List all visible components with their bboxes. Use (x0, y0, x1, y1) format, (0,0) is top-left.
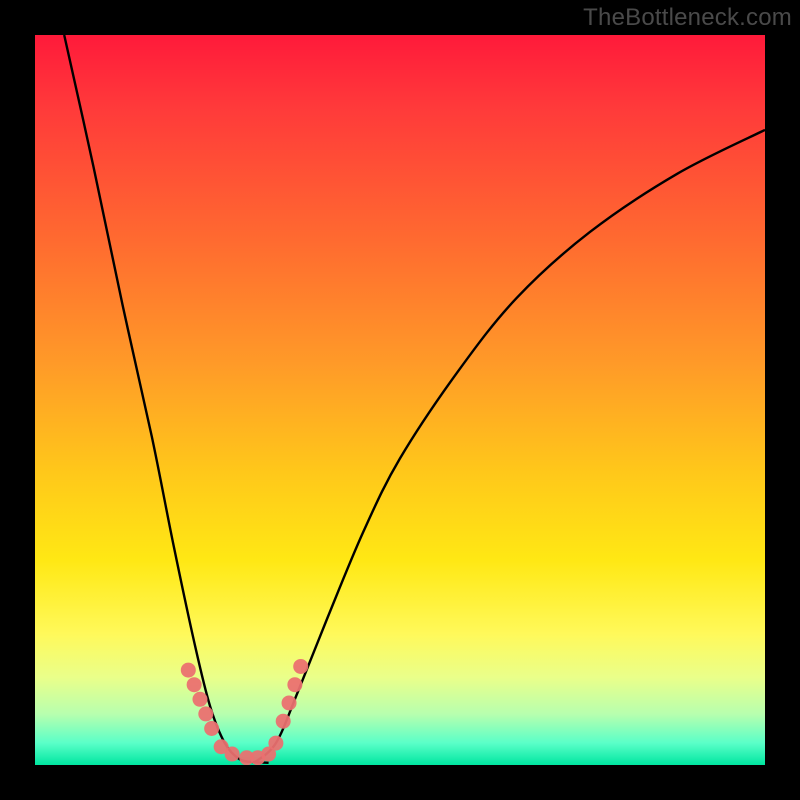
data-marker (198, 706, 213, 721)
curve-right-arm (254, 130, 765, 763)
data-marker (293, 659, 308, 674)
data-marker (192, 692, 207, 707)
data-marker (268, 736, 283, 751)
data-marker (276, 714, 291, 729)
data-marker (225, 747, 240, 762)
chart-svg (35, 35, 765, 765)
data-marker (287, 677, 302, 692)
plot-area (35, 35, 765, 765)
watermark-text: TheBottleneck.com (583, 4, 792, 32)
data-marker (204, 721, 219, 736)
curve-left-arm (64, 35, 268, 763)
data-marker (187, 677, 202, 692)
chart-frame: TheBottleneck.com (0, 0, 800, 800)
data-marker (282, 695, 297, 710)
data-marker (181, 663, 196, 678)
